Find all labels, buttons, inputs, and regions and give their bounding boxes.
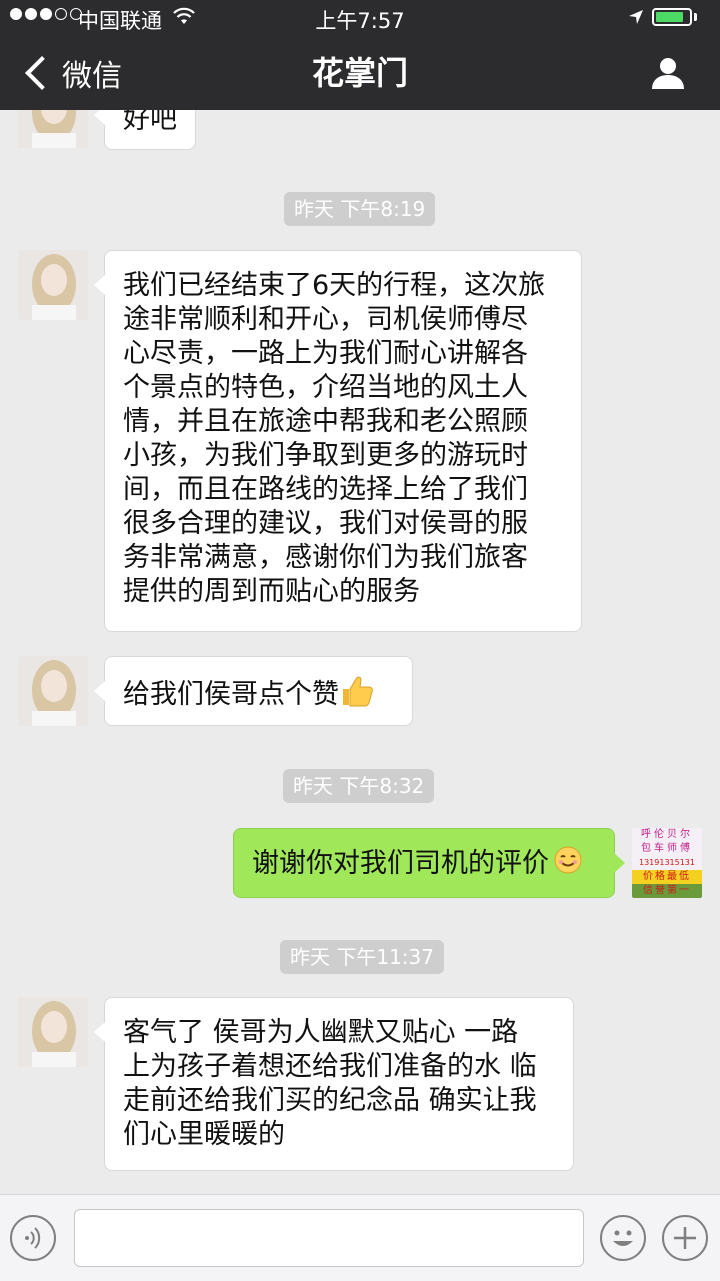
message-bubble[interactable]: 好吧: [94, 110, 196, 150]
self-avatar[interactable]: 呼伦贝尔 包车师傅 13191315131 价格最低 信誉第一: [632, 828, 702, 898]
message-line: 个景点的特色，介绍当地的风土人: [123, 372, 528, 403]
clock: 上午7:57: [315, 9, 405, 33]
battery-icon: [652, 8, 692, 26]
top-bar: 中国联通 上午7:57 微信 花掌门: [0, 0, 720, 110]
message-text: 好吧: [123, 110, 177, 135]
avatar[interactable]: [18, 250, 88, 320]
message-line: 客气了 侯哥为人幽默又贴心 一路: [123, 1017, 519, 1048]
input-bar: [0, 1194, 720, 1281]
status-bar: 中国联通 上午7:57: [0, 0, 720, 36]
timestamp: 昨天 下午8:19: [284, 192, 436, 226]
timestamp: 昨天 下午8:32: [283, 769, 435, 803]
message-text: 给我们侯哥点个赞: [123, 679, 339, 710]
message-bubble[interactable]: 我们已经结束了6天的行程，这次旅 途非常顺利和开心，司机侯师傅尽 心尽责，一路上…: [94, 250, 582, 632]
message-bubble[interactable]: 客气了 侯哥为人幽默又贴心 一路 上为孩子着想还给我们准备的水 临 走前还给我们…: [94, 997, 574, 1171]
avatar[interactable]: [18, 997, 88, 1067]
message-bubble-self[interactable]: 谢谢你对我们司机的评价: [233, 828, 625, 898]
message-line: 走前还给我们买的纪念品 确实让我: [123, 1085, 537, 1116]
nav-bar: 微信 花掌门: [0, 36, 720, 110]
smile-icon: [553, 845, 583, 884]
message-line: 提供的周到而贴心的服务: [123, 576, 420, 607]
avatar-text: 13191315131: [639, 858, 695, 867]
message-line: 心尽责，一路上为我们耐心讲解各: [123, 338, 528, 369]
battery-cap: [694, 13, 697, 21]
message-input[interactable]: [74, 1209, 584, 1267]
chat-title: 花掌门: [311, 54, 408, 92]
message-line: 上为孩子着想还给我们准备的水 临: [123, 1051, 537, 1082]
avatar-text: 呼伦贝尔: [641, 829, 693, 840]
avatar-text: 信誉第一: [632, 884, 702, 898]
message-line: 们心里暖暖的: [123, 1119, 285, 1150]
message-line: 小孩，为我们争取到更多的游玩时: [123, 440, 528, 471]
message-line: 很多合理的建议，我们对侯哥的服: [123, 508, 528, 539]
message-line: 务非常满意，感谢你们为我们旅客: [123, 542, 528, 573]
thumbs-up-icon: [339, 673, 375, 718]
avatar-text: 价格最低: [632, 870, 702, 884]
message-bubble[interactable]: 给我们侯哥点个赞: [94, 656, 413, 726]
emoji-icon[interactable]: [600, 1215, 646, 1261]
avatar[interactable]: [18, 656, 88, 726]
avatar-text: 包车师傅: [641, 843, 693, 854]
timestamp: 昨天 下午11:37: [280, 940, 444, 974]
message-line: 间，而且在路线的选择上给了我们: [123, 474, 528, 505]
message-line: 途非常顺利和开心，司机侯师傅尽: [123, 304, 528, 335]
plus-icon[interactable]: [662, 1215, 708, 1261]
chat-area[interactable]: 好吧 昨天 下午8:19 我们已经结束了6天的行程，这次旅 途非常顺利和开心，司…: [0, 110, 720, 1194]
person-icon[interactable]: [648, 53, 688, 93]
message-text: 谢谢你对我们司机的评价: [252, 848, 549, 879]
location-arrow-icon: [627, 7, 645, 31]
message-line: 情，并且在旅途中帮我和老公照顾: [123, 406, 528, 437]
avatar[interactable]: [18, 110, 88, 148]
message-line: 我们已经结束了6天的行程，这次旅: [123, 270, 546, 301]
voice-icon[interactable]: [10, 1215, 56, 1261]
